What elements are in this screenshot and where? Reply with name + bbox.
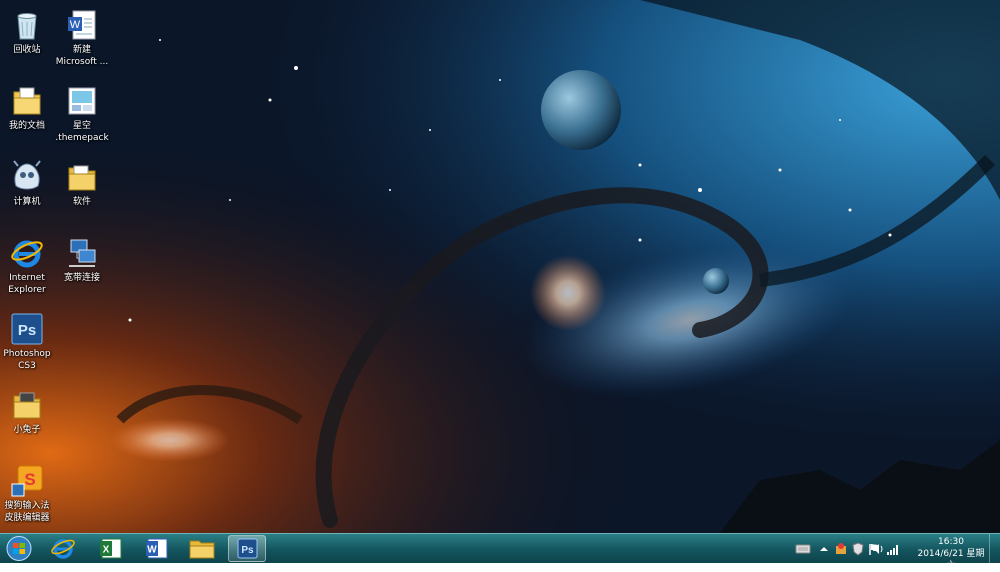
photoshop-icon: Ps <box>237 538 258 559</box>
folder-icon <box>189 540 215 559</box>
icon-label: Internet Explorer <box>8 273 46 295</box>
excel-icon: X <box>100 538 122 559</box>
folder-icon <box>10 388 44 422</box>
recycle-bin-icon <box>10 8 44 42</box>
windows-logo-icon <box>6 536 32 561</box>
svg-text:S: S <box>24 470 35 489</box>
photoshop-icon-text: Ps <box>18 322 36 339</box>
recycle-bin-shortcut[interactable]: 回收站 <box>0 6 54 76</box>
word-document-shortcut[interactable]: W 新建 Microsoft ... <box>55 6 109 76</box>
icon-label: 软件 <box>72 197 91 207</box>
svg-text:W: W <box>70 19 81 31</box>
xiaotuzi-folder-shortcut[interactable]: 小兔子 <box>0 386 54 456</box>
taskbar-file-explorer[interactable] <box>183 535 221 562</box>
my-documents-icon <box>10 84 44 118</box>
volume-icon[interactable] <box>871 541 885 555</box>
start-button[interactable] <box>4 535 34 562</box>
show-hidden-icons-arrow-icon[interactable] <box>818 541 830 555</box>
svg-text:W: W <box>147 545 157 556</box>
folder-icon <box>65 160 99 194</box>
sogou-skin-editor-shortcut[interactable]: S 搜狗输入法 皮肤编辑器 <box>0 462 54 532</box>
computer-icon <box>10 160 44 194</box>
taskbar-photoshop[interactable]: Ps <box>228 535 266 562</box>
taskbar-excel[interactable]: X <box>92 535 130 562</box>
word-icon: W <box>146 538 168 559</box>
themepack-shortcut[interactable]: 星空 .themepack <box>55 82 109 152</box>
tray-app-icon[interactable] <box>834 541 848 555</box>
network-signal-icon[interactable] <box>886 541 900 555</box>
icon-label: 小兔子 <box>13 425 41 435</box>
icon-label: 我的文档 <box>8 121 45 131</box>
photoshop-icon: Ps <box>10 312 44 346</box>
broadband-connection-icon <box>65 236 99 270</box>
desktop-wallpaper <box>0 0 1000 533</box>
photoshop-shortcut[interactable]: Ps Photoshop CS3 <box>0 310 54 380</box>
broadband-connection-shortcut[interactable]: 宽带连接 <box>55 234 109 304</box>
internet-explorer-icon <box>51 539 75 559</box>
system-clock[interactable]: 16:30 2014/6/21 星期六 <box>916 536 986 572</box>
icon-label: 星空 .themepack <box>55 121 109 143</box>
keyboard-icon[interactable] <box>795 541 811 555</box>
internet-explorer-shortcut[interactable]: Internet Explorer <box>0 234 54 304</box>
security-shield-icon[interactable] <box>852 541 864 556</box>
photoshop-taskbar-text: Ps <box>241 545 254 556</box>
icon-label: 搜狗输入法 皮肤编辑器 <box>4 501 50 523</box>
computer-shortcut[interactable]: 计算机 <box>0 158 54 228</box>
internet-explorer-icon <box>10 236 44 270</box>
svg-text:X: X <box>103 545 110 556</box>
icon-label: 宽带连接 <box>63 273 100 283</box>
clock-time: 16:30 <box>938 537 964 547</box>
icon-label: 新建 Microsoft ... <box>55 45 109 67</box>
taskbar: X W Ps 16:30 2014/6/21 星期六 <box>0 533 1000 571</box>
taskbar-internet-explorer[interactable] <box>44 535 82 562</box>
taskbar-word[interactable]: W <box>138 535 176 562</box>
software-folder-shortcut[interactable]: 软件 <box>55 158 109 228</box>
show-desktop-button[interactable] <box>989 534 1000 563</box>
themepack-icon <box>65 84 99 118</box>
word-document-icon: W <box>65 8 99 42</box>
sogou-skin-editor-icon: S <box>10 464 44 498</box>
icon-label: 计算机 <box>13 197 41 207</box>
icon-label: Photoshop CS3 <box>3 349 51 371</box>
icon-label: 回收站 <box>13 45 41 55</box>
clock-date: 2014/6/21 星期六 <box>917 549 985 571</box>
my-documents-shortcut[interactable]: 我的文档 <box>0 82 54 152</box>
